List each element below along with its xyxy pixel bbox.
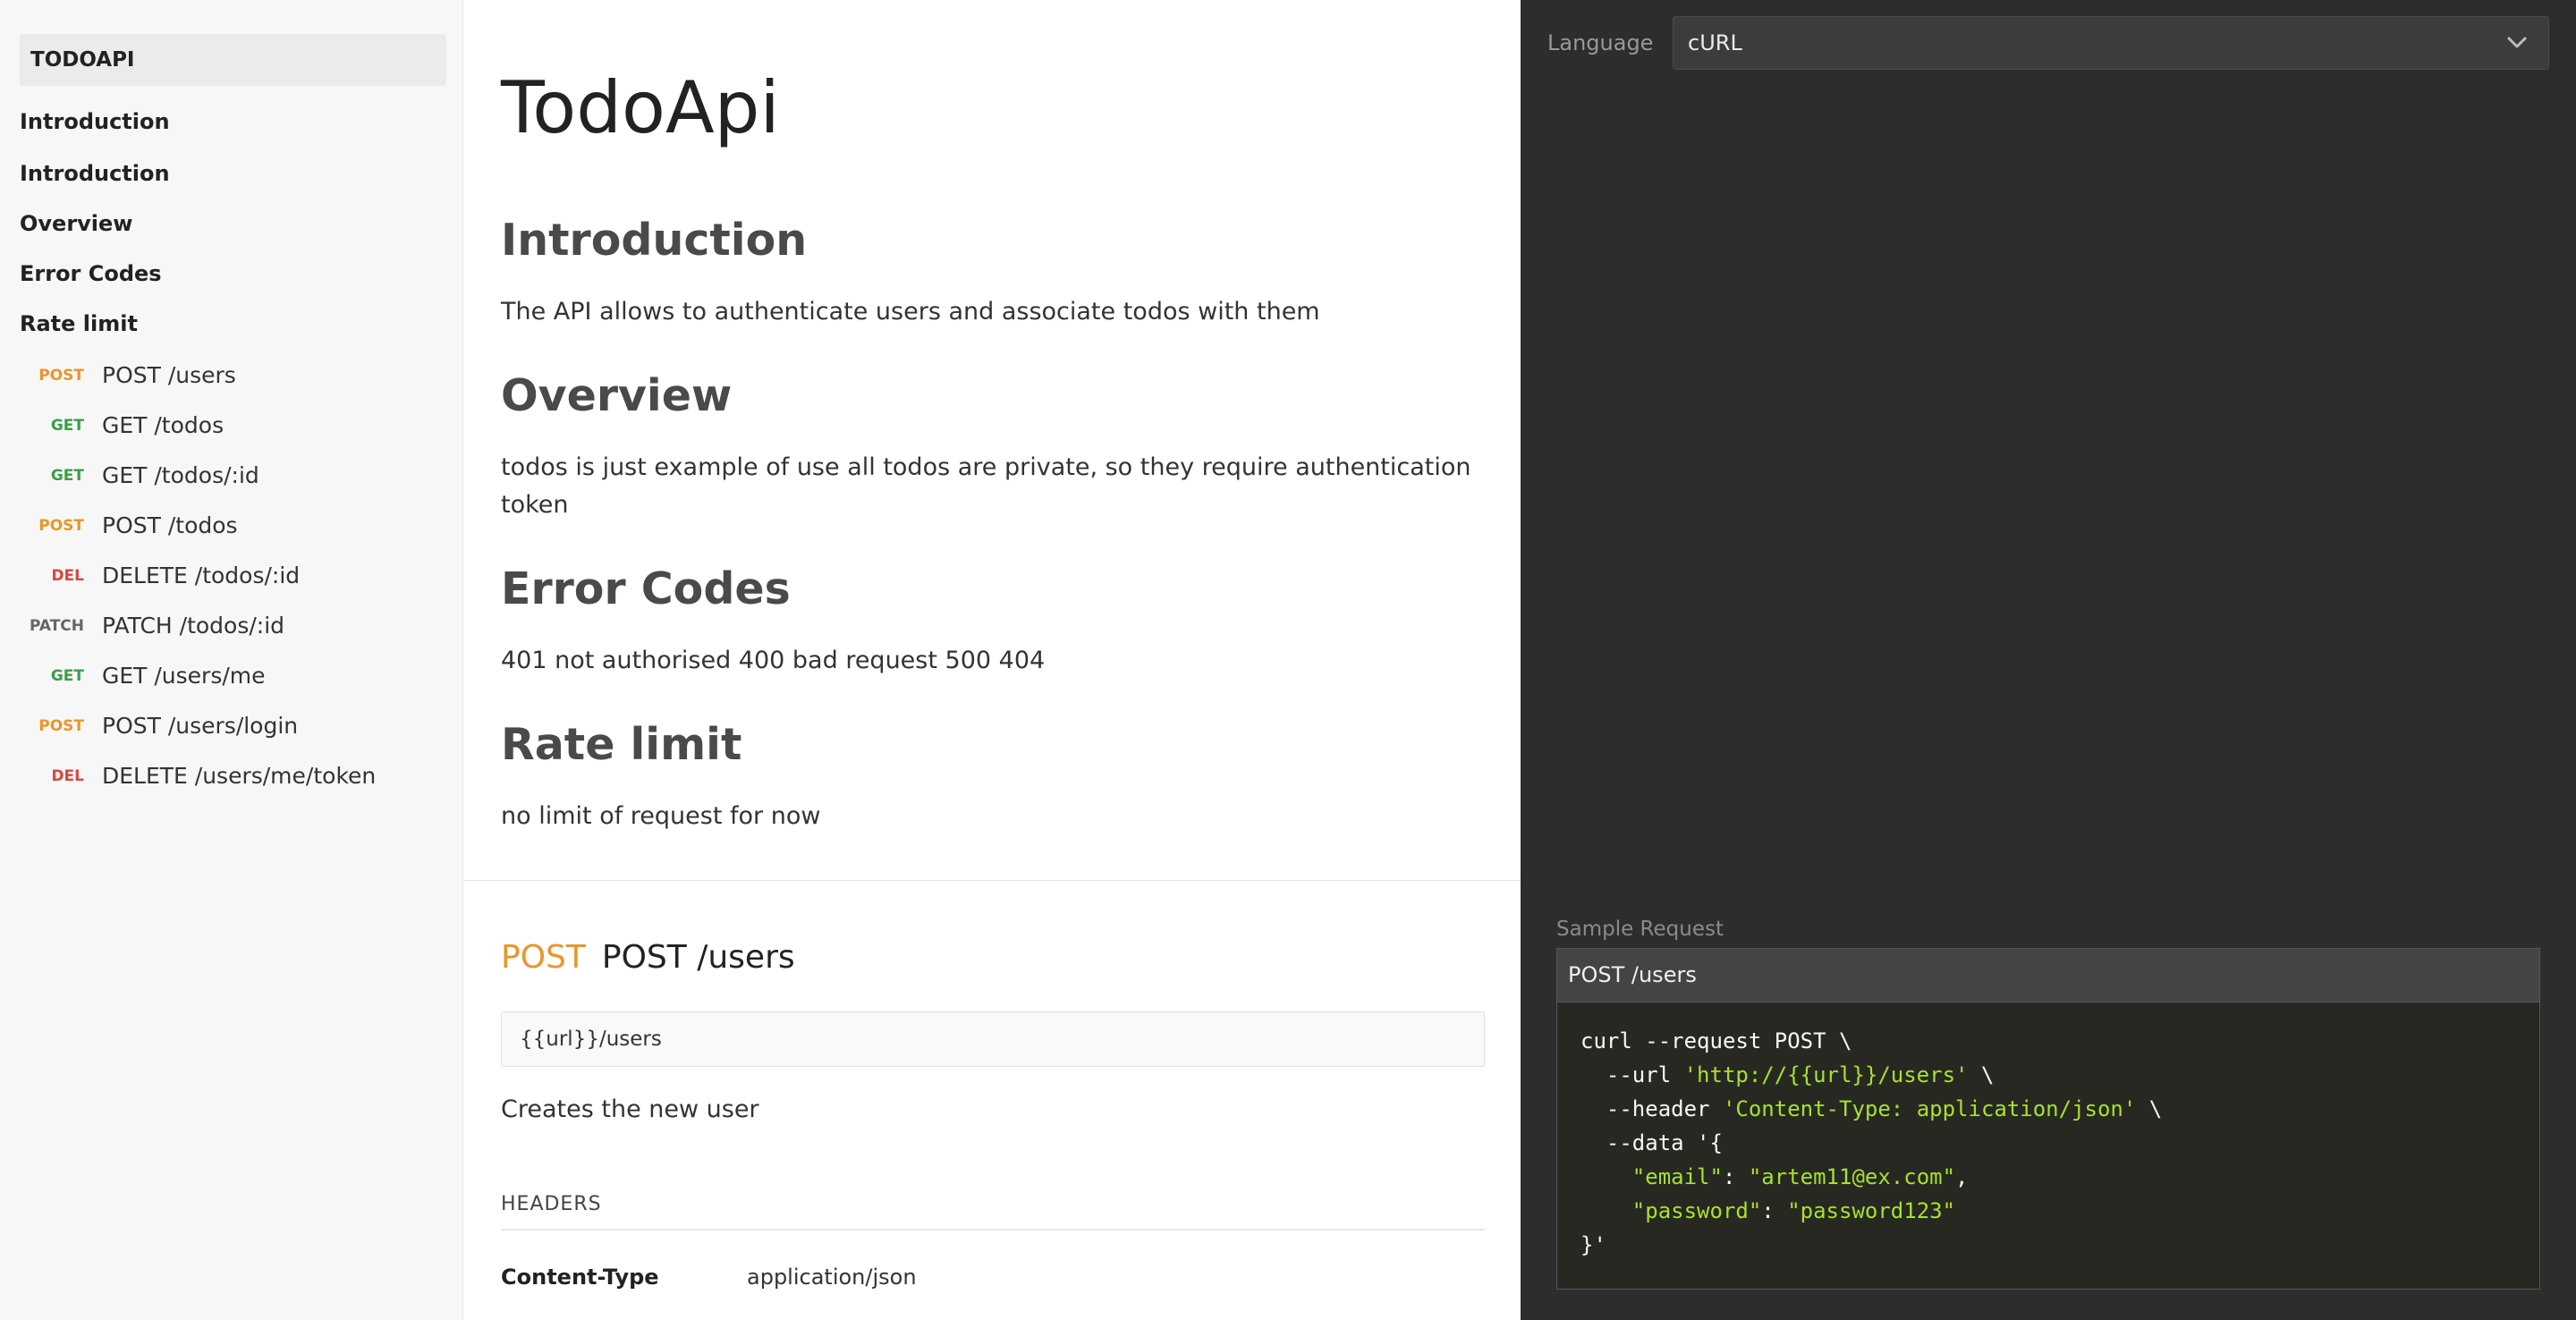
sidebar-request-get-todo-by-id[interactable]: GET GET /todos/:id bbox=[20, 457, 259, 493]
sidebar-request-post-todos[interactable]: POST POST /todos bbox=[20, 507, 238, 543]
code-data-line: --data '{ bbox=[1580, 1130, 1723, 1155]
endpoint-method: POST bbox=[501, 939, 586, 976]
sidebar-brand[interactable]: TODOAPI bbox=[20, 34, 446, 86]
endpoint-title: POST POST /users bbox=[501, 939, 795, 976]
code-json-key: "email" bbox=[1631, 1164, 1723, 1189]
method-badge: DEL bbox=[51, 766, 84, 785]
page-title: TodoApi bbox=[501, 66, 780, 149]
method-badge: PATCH bbox=[29, 616, 84, 635]
sidebar-request-get-todos[interactable]: GET GET /todos bbox=[20, 407, 224, 443]
code-continuation: \ bbox=[2136, 1096, 2163, 1121]
sidebar-request-patch-todo[interactable]: PATCH PATCH /todos/:id bbox=[20, 607, 284, 643]
request-path: POST /todos bbox=[102, 512, 238, 538]
method-badge: POST bbox=[38, 716, 84, 735]
code-json-value: "password123" bbox=[1787, 1198, 1956, 1223]
sidebar-item-introduction[interactable]: Introduction bbox=[20, 109, 170, 134]
code-block[interactable]: curl --request POST \ --url 'http://{{ur… bbox=[1557, 1003, 2539, 1262]
request-path: POST /users/login bbox=[102, 712, 299, 739]
language-select[interactable]: cURL bbox=[1673, 16, 2549, 70]
sidebar-request-post-users[interactable]: POST POST /users bbox=[20, 357, 236, 393]
method-badge: GET bbox=[50, 666, 84, 685]
sidebar-item-introduction-2[interactable]: Introduction bbox=[20, 161, 170, 186]
code-url-string: 'http://{{url}}/users' bbox=[1683, 1062, 1969, 1087]
section-body-error-codes: 401 not authorised 400 bad request 500 4… bbox=[501, 647, 1046, 674]
code-line: curl --request POST \ bbox=[1580, 1028, 1852, 1053]
request-path: PATCH /todos/:id bbox=[102, 612, 285, 639]
endpoint-description: Creates the new user bbox=[501, 1096, 759, 1123]
sidebar: TODOAPI Introduction Introduction Overvi… bbox=[0, 0, 463, 1320]
section-divider bbox=[464, 880, 1521, 881]
sample-request-title: POST /users bbox=[1557, 949, 2539, 1003]
sidebar-request-get-users-me[interactable]: GET GET /users/me bbox=[20, 657, 266, 693]
section-body-rate-limit: no limit of request for now bbox=[501, 802, 821, 830]
code-panel: Language cURL Sample Request POST /users… bbox=[1521, 0, 2576, 1320]
code-url-flag: --url bbox=[1580, 1062, 1684, 1087]
header-key: Content-Type bbox=[501, 1265, 659, 1290]
headers-divider bbox=[501, 1229, 1485, 1231]
request-path: GET /todos bbox=[102, 411, 225, 438]
section-heading-rate-limit: Rate limit bbox=[501, 719, 742, 770]
code-json-value: "artem11@ex.com" bbox=[1748, 1164, 1956, 1189]
code-json-key: "password" bbox=[1631, 1198, 1762, 1223]
method-badge: GET bbox=[50, 416, 84, 435]
request-path: DELETE /users/me/token bbox=[102, 762, 377, 789]
sidebar-request-delete-token[interactable]: DEL DELETE /users/me/token bbox=[20, 757, 376, 793]
request-path: GET /todos/:id bbox=[102, 461, 259, 488]
code-continuation: \ bbox=[1968, 1062, 1995, 1087]
sample-request-box: POST /users curl --request POST \ --url … bbox=[1556, 948, 2540, 1290]
method-badge: POST bbox=[38, 516, 84, 535]
sidebar-item-overview[interactable]: Overview bbox=[20, 211, 132, 236]
headers-label: HEADERS bbox=[501, 1193, 602, 1215]
sidebar-item-error-codes[interactable]: Error Codes bbox=[20, 261, 162, 286]
request-path: DELETE /todos/:id bbox=[102, 562, 301, 588]
endpoint-path: POST /users bbox=[601, 939, 795, 976]
section-body-introduction: The API allows to authenticate users and… bbox=[501, 298, 1320, 326]
sample-request-label: Sample Request bbox=[1556, 918, 1724, 941]
section-heading-error-codes: Error Codes bbox=[501, 563, 791, 614]
method-badge: POST bbox=[38, 366, 84, 385]
code-header-flag: --header bbox=[1580, 1096, 1723, 1121]
sidebar-item-rate-limit[interactable]: Rate limit bbox=[20, 311, 138, 336]
chevron-down-icon bbox=[2507, 37, 2527, 48]
section-heading-overview: Overview bbox=[501, 370, 733, 421]
language-select-value: cURL bbox=[1688, 30, 1742, 55]
request-path: GET /users/me bbox=[102, 662, 266, 689]
sidebar-request-post-users-login[interactable]: POST POST /users/login bbox=[20, 707, 298, 743]
code-end-line: }' bbox=[1580, 1232, 1606, 1257]
method-badge: GET bbox=[50, 466, 84, 485]
language-label: Language bbox=[1547, 30, 1654, 55]
request-path: POST /users bbox=[102, 361, 236, 388]
main-content: TodoApi Introduction The API allows to a… bbox=[464, 0, 1521, 1320]
section-heading-introduction: Introduction bbox=[501, 215, 808, 266]
code-header-string: 'Content-Type: application/json' bbox=[1722, 1096, 2137, 1121]
sidebar-request-delete-todo[interactable]: DEL DELETE /todos/:id bbox=[20, 557, 300, 593]
endpoint-url[interactable]: {{url}}/users bbox=[501, 1011, 1485, 1067]
method-badge: DEL bbox=[51, 566, 84, 585]
header-value: application/json bbox=[747, 1265, 917, 1290]
section-body-overview: todos is just example of use all todos a… bbox=[501, 453, 1471, 519]
